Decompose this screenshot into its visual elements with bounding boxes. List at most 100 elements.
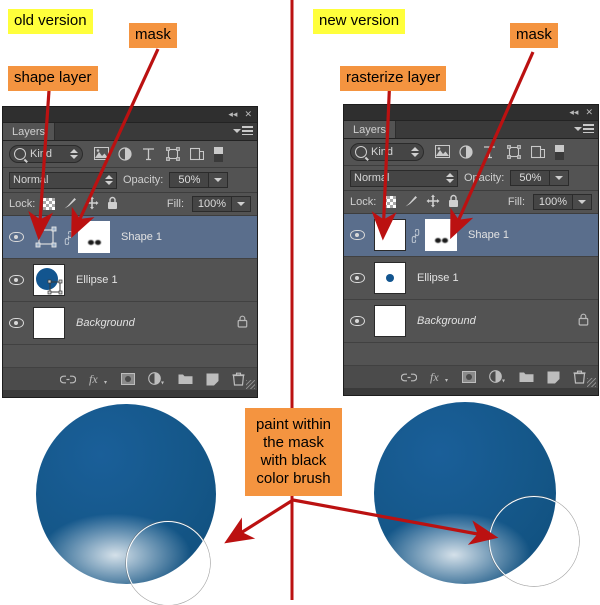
fill-value-old[interactable]: 100% — [192, 196, 232, 212]
arrow-note-to-left-circle — [224, 498, 294, 544]
tab-layers-new[interactable]: Layers — [344, 121, 397, 138]
link-layers-icon[interactable] — [401, 372, 417, 383]
pixel-filter-icon[interactable] — [435, 144, 450, 160]
blend-mode-select-old[interactable]: Normal — [9, 171, 117, 189]
panel-menu-icon[interactable] — [574, 124, 594, 133]
layer-name: Ellipse 1 — [76, 274, 118, 286]
stepper-icon[interactable] — [411, 146, 419, 158]
close-icon[interactable]: ✕ — [585, 107, 593, 117]
lock-badge-icon — [578, 313, 589, 329]
lock-label-new: Lock: — [350, 196, 377, 208]
smartobject-filter-icon[interactable] — [530, 145, 546, 160]
table-row[interactable]: Background — [3, 302, 257, 345]
label-mask-left: mask — [129, 23, 177, 48]
eye-icon — [8, 318, 24, 328]
layers-empty-space — [3, 345, 257, 368]
link-layers-icon[interactable] — [60, 374, 76, 385]
add-layer-mask-icon[interactable] — [462, 371, 476, 383]
opacity-value-old[interactable]: 50% — [169, 172, 210, 188]
filter-toggle-icon[interactable] — [555, 144, 570, 160]
ellipse-vector-thumbnail[interactable] — [33, 264, 65, 296]
link-icon[interactable] — [64, 230, 73, 245]
table-row[interactable]: Ellipse 1 — [344, 257, 598, 300]
opacity-value-new[interactable]: 50% — [510, 170, 551, 186]
lock-all-icon[interactable] — [448, 194, 459, 211]
panel-menu-icon[interactable] — [233, 126, 253, 135]
layer-name: Shape 1 — [121, 231, 162, 243]
table-row[interactable]: Background — [344, 300, 598, 343]
layer-visibility-toggle[interactable] — [344, 230, 370, 240]
layer-visibility-toggle[interactable] — [344, 316, 370, 326]
new-layer-icon[interactable] — [547, 371, 560, 384]
new-adjustment-layer-icon[interactable] — [148, 372, 165, 386]
table-row[interactable]: Shape 1 — [344, 214, 598, 257]
brush-cursor-outline-new — [489, 496, 579, 586]
ellipse-raster-thumbnail[interactable] — [374, 262, 406, 294]
close-icon[interactable]: ✕ — [244, 109, 252, 119]
panel-footer-old — [3, 390, 257, 397]
layer-style-fx-icon[interactable]: fx — [89, 372, 108, 386]
tab-layers-old[interactable]: Layers — [3, 123, 56, 140]
background-thumbnail[interactable] — [33, 307, 65, 339]
lock-transparent-pixels-icon[interactable] — [43, 198, 56, 210]
collapse-icon[interactable]: ◂◂ — [569, 107, 578, 117]
filter-kind-select-new[interactable]: Kind — [350, 143, 424, 161]
layers-list-new: Shape 1 Ellipse 1 Background — [344, 214, 598, 366]
layer-visibility-toggle[interactable] — [344, 273, 370, 283]
background-thumbnail[interactable] — [374, 305, 406, 337]
adjustment-filter-icon[interactable] — [118, 146, 133, 162]
new-adjustment-layer-icon[interactable] — [489, 370, 506, 384]
eye-icon — [349, 230, 365, 240]
chevron-down-icon[interactable] — [209, 172, 229, 188]
layers-panel-new: ◂◂ ✕ Layers Kind Normal Opacity: 50% Loc… — [343, 104, 599, 396]
smartobject-filter-icon[interactable] — [189, 147, 205, 162]
chevron-down-icon[interactable] — [573, 194, 592, 210]
stepper-icon[interactable] — [105, 174, 113, 186]
adjustment-filter-icon[interactable] — [459, 144, 474, 160]
resize-grip-icon[interactable] — [587, 378, 596, 387]
resize-grip-icon[interactable] — [246, 380, 255, 389]
filter-toggle-icon[interactable] — [214, 146, 229, 162]
fill-value-new[interactable]: 100% — [533, 194, 573, 210]
layer-visibility-toggle[interactable] — [3, 275, 29, 285]
type-filter-icon[interactable] — [142, 147, 157, 162]
add-layer-mask-icon[interactable] — [121, 373, 135, 385]
layer-name: Shape 1 — [468, 229, 509, 241]
filter-kind-select-old[interactable]: Kind — [9, 145, 83, 163]
lock-image-pixels-icon[interactable] — [63, 196, 77, 213]
opacity-label-old: Opacity: — [123, 174, 164, 186]
blend-mode-select-new[interactable]: Normal — [350, 169, 458, 187]
lock-row-old: Lock: Fill: 100% — [3, 193, 257, 216]
layer-visibility-toggle[interactable] — [3, 318, 29, 328]
vector-shape-thumbnail[interactable] — [33, 224, 59, 250]
new-group-icon[interactable] — [178, 373, 193, 385]
table-row[interactable]: Ellipse 1 — [3, 259, 257, 302]
lock-transparent-pixels-icon[interactable] — [384, 196, 397, 208]
link-icon[interactable] — [411, 228, 420, 243]
table-row[interactable]: Shape 1 — [3, 216, 257, 259]
type-filter-icon[interactable] — [483, 145, 498, 160]
layer-mask-thumbnail[interactable] — [78, 221, 110, 253]
new-layer-icon[interactable] — [206, 373, 219, 386]
stepper-icon[interactable] — [70, 148, 78, 160]
layer-mask-thumbnail[interactable] — [425, 219, 457, 251]
rasterized-layer-thumbnail[interactable] — [374, 219, 406, 251]
brush-cursor-outline-old — [126, 521, 210, 605]
lock-position-icon[interactable] — [426, 194, 440, 211]
layer-visibility-toggle[interactable] — [3, 232, 29, 242]
lock-position-icon[interactable] — [85, 196, 99, 213]
new-group-icon[interactable] — [519, 371, 534, 383]
chevron-down-icon[interactable] — [232, 196, 251, 212]
lock-all-icon[interactable] — [107, 196, 118, 213]
collapse-icon[interactable]: ◂◂ — [228, 109, 237, 119]
shape-filter-icon[interactable] — [507, 144, 522, 160]
delete-layer-icon[interactable] — [232, 372, 245, 386]
pixel-filter-icon[interactable] — [94, 146, 109, 162]
shape-filter-icon[interactable] — [166, 146, 181, 162]
chevron-down-icon[interactable] — [550, 170, 570, 186]
opacity-label-new: Opacity: — [464, 172, 505, 184]
stepper-icon[interactable] — [446, 172, 454, 184]
lock-image-pixels-icon[interactable] — [404, 194, 418, 211]
layer-style-fx-icon[interactable]: fx — [430, 370, 449, 384]
delete-layer-icon[interactable] — [573, 370, 586, 384]
